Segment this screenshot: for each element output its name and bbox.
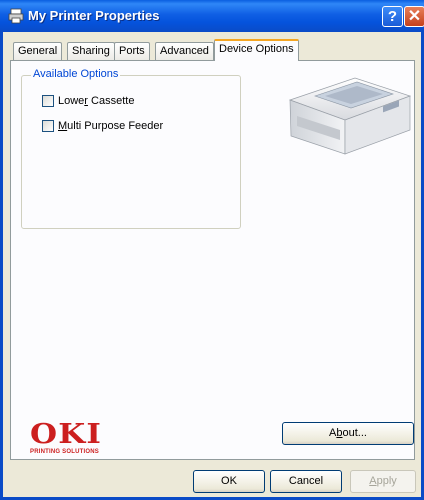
tab-general[interactable]: General: [13, 42, 63, 60]
lower-cassette-checkbox[interactable]: [42, 95, 54, 107]
available-options-label: Available Options: [31, 68, 121, 80]
tab-advanced[interactable]: Advanced: [155, 42, 214, 60]
ok-button[interactable]: OK: [193, 470, 265, 493]
tab-sharing[interactable]: Sharing: [67, 42, 115, 60]
close-button[interactable]: ✕: [404, 6, 424, 27]
tab-ports[interactable]: Ports: [114, 42, 150, 60]
multi-purpose-feeder-option[interactable]: Multi Purpose Feeder: [42, 120, 163, 132]
lower-cassette-option[interactable]: Lower Cassette: [42, 95, 134, 107]
brand-name: OKI: [30, 419, 103, 450]
multi-purpose-feeder-checkbox[interactable]: [42, 120, 54, 132]
title-bar[interactable]: My Printer Properties ? ✕: [0, 0, 424, 32]
cancel-button[interactable]: Cancel: [270, 470, 342, 493]
printer-icon: [8, 8, 24, 24]
lower-cassette-label: Lower Cassette: [58, 95, 135, 107]
oki-logo: OKI PRINTING SOLUTIONS: [30, 421, 101, 455]
apply-button[interactable]: Apply: [350, 470, 416, 493]
help-button[interactable]: ?: [382, 6, 403, 27]
tab-device-options[interactable]: Device Options: [214, 39, 299, 61]
printer-image: [288, 77, 412, 155]
window-title: My Printer Properties: [28, 8, 160, 23]
about-button[interactable]: About...: [282, 422, 414, 445]
multi-purpose-feeder-label: Multi Purpose Feeder: [58, 120, 164, 132]
